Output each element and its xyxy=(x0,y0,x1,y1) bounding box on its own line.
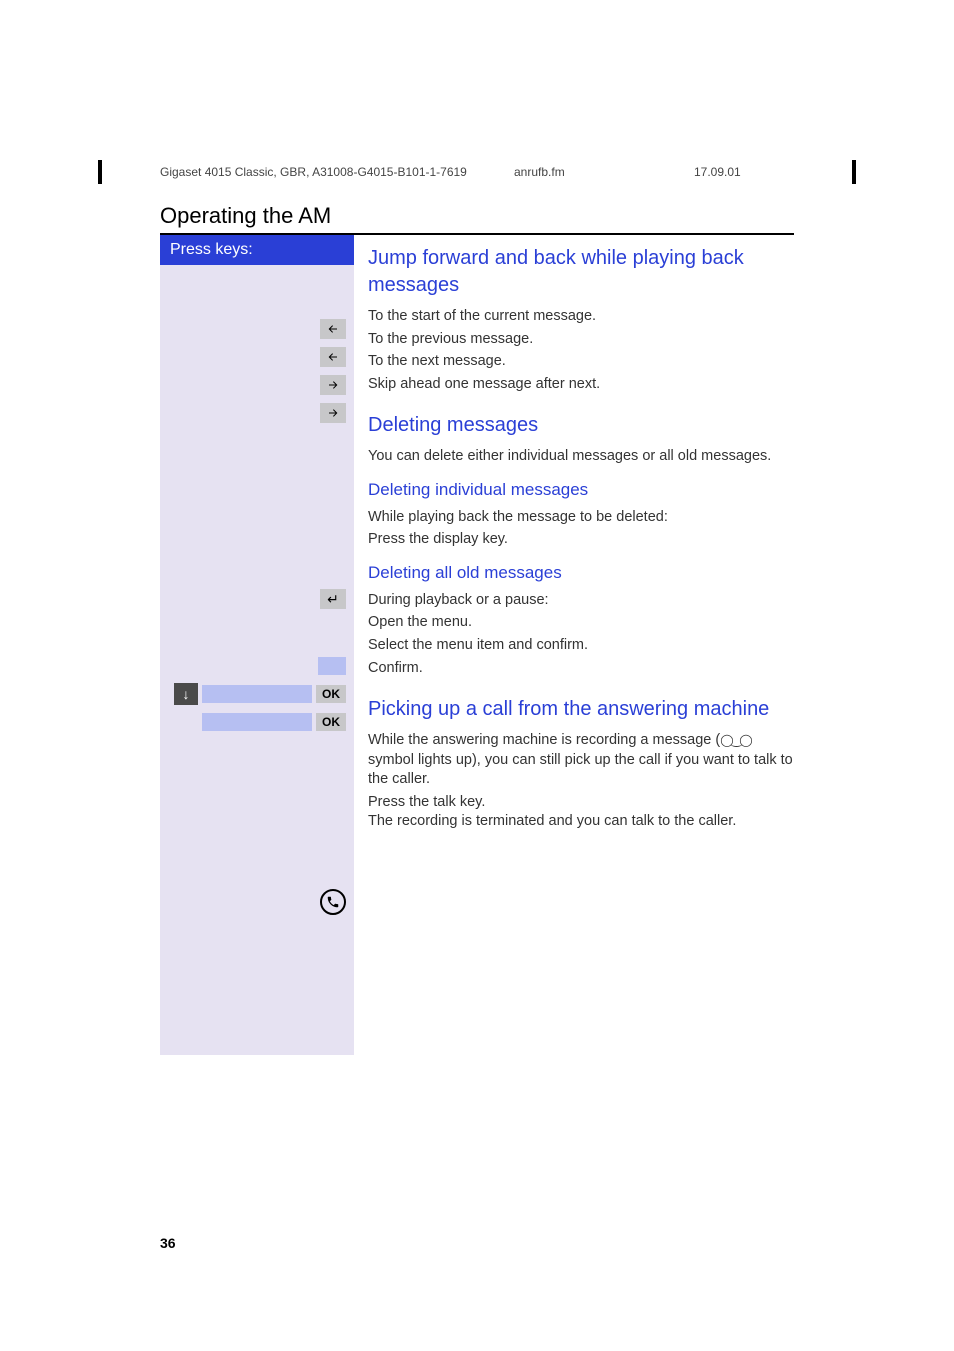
text-pickup-1: While the answering machine is recording… xyxy=(368,731,794,790)
menu-select-placeholder xyxy=(318,657,346,675)
heading-delete-indiv: Deleting individual messages xyxy=(368,479,794,502)
crop-mark xyxy=(852,160,856,184)
arrow-right-icon xyxy=(320,403,346,423)
text-del-all-2: Open the menu. xyxy=(368,613,794,633)
heading-delete-all: Deleting all old messages xyxy=(368,562,794,585)
header-meta: Gigaset 4015 Classic, GBR, A31008-G4015-… xyxy=(160,165,794,203)
menu-item-select xyxy=(202,685,312,703)
pickup-1a: While the answering machine is recording… xyxy=(368,732,720,748)
section-title: Operating the AM xyxy=(160,203,794,235)
keys-sidebar: Press keys: xyxy=(160,235,354,1055)
arrow-left-icon xyxy=(320,319,346,339)
heading-pickup: Picking up a call from the answering mac… xyxy=(368,696,794,723)
body-content: Jump forward and back while playing back… xyxy=(354,235,794,1055)
text-pickup-2: Press the talk key. The recording is ter… xyxy=(368,793,794,832)
page-number: 36 xyxy=(160,1235,176,1251)
enter-key-icon: ↵ xyxy=(320,589,346,609)
ok-key: OK xyxy=(316,713,346,731)
ok-key: OK xyxy=(316,685,346,703)
heading-jump: Jump forward and back while playing back… xyxy=(368,245,794,299)
confirm-select xyxy=(202,713,312,731)
crop-mark xyxy=(98,160,102,184)
heading-delete: Deleting messages xyxy=(368,412,794,439)
arrow-right-icon xyxy=(320,375,346,395)
text-del-all-4: Confirm. xyxy=(368,659,794,679)
arrow-left-icon xyxy=(320,347,346,367)
text-to-next: To the next message. xyxy=(368,352,794,372)
talk-key-icon xyxy=(320,889,346,915)
doc-date: 17.09.01 xyxy=(694,165,794,179)
doc-id: Gigaset 4015 Classic, GBR, A31008-G4015-… xyxy=(160,165,514,179)
text-del-indiv-2: Press the display key. xyxy=(368,530,794,550)
tape-icon: ◯‿◯ xyxy=(720,733,751,747)
text-delete-intro: You can delete either individual message… xyxy=(368,447,794,467)
sidebar-header: Press keys: xyxy=(160,235,354,265)
pickup-1b: symbol lights up), you can still pick up… xyxy=(368,752,793,788)
text-del-all-3: Select the menu item and confirm. xyxy=(368,636,794,656)
text-to-start: To the start of the current message. xyxy=(368,307,794,327)
down-arrow-key: ↓ xyxy=(174,683,198,705)
text-del-indiv-1: While playing back the message to be del… xyxy=(368,508,794,528)
text-skip-ahead: Skip ahead one message after next. xyxy=(368,375,794,395)
text-del-all-1: During playback or a pause: xyxy=(368,591,794,611)
text-to-prev: To the previous message. xyxy=(368,330,794,350)
file-name: anrufb.fm xyxy=(514,165,694,179)
